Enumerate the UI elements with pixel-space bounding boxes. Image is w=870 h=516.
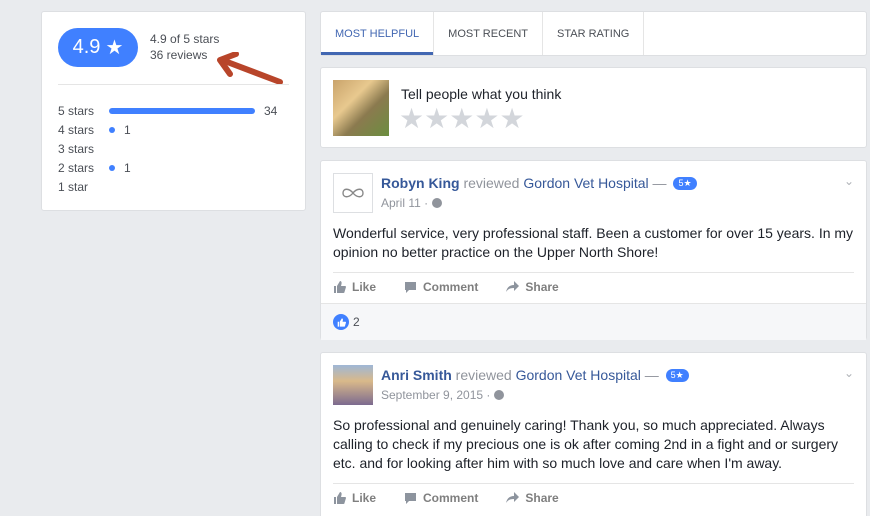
like-count[interactable]: 2 xyxy=(353,315,360,329)
rating-badge: 5★ xyxy=(665,369,689,382)
rating-badge: 5★ xyxy=(673,177,697,190)
distribution-label: 3 stars xyxy=(58,141,95,156)
reviewer-name[interactable]: Robyn King xyxy=(381,175,460,191)
infinity-logo-icon xyxy=(342,188,364,198)
distribution-count: 1 xyxy=(124,160,131,175)
reactions-row[interactable]: 2 xyxy=(321,303,866,340)
like-button[interactable]: Like xyxy=(333,491,376,505)
tab-most-helpful[interactable]: MOST HELPFUL xyxy=(321,12,435,55)
distribution-label: 4 stars xyxy=(58,122,95,137)
star-1-icon[interactable]: ★ xyxy=(399,105,424,133)
stars-of-text: 4.9 of 5 stars xyxy=(150,32,220,46)
distribution-bar xyxy=(109,164,115,171)
distribution-row: 1 star xyxy=(58,177,293,196)
comment-button[interactable]: Comment xyxy=(404,491,478,505)
distribution-bar xyxy=(109,107,255,114)
reviews-count-link[interactable]: 36 reviews xyxy=(150,48,207,62)
comment-icon xyxy=(405,282,417,293)
like-label: Like xyxy=(352,491,377,505)
divider xyxy=(58,84,289,85)
review-verb: reviewed xyxy=(463,175,520,191)
share-button[interactable]: Share xyxy=(506,491,559,505)
review-header: Robyn King reviewed Gordon Vet Hospital … xyxy=(381,175,697,191)
review-composer: Tell people what you think ★ ★ ★ ★ ★ xyxy=(320,67,867,148)
globe-icon xyxy=(494,390,505,400)
globe-icon xyxy=(432,198,443,208)
review-date: September 9, 2015 · xyxy=(381,388,505,402)
distribution-label: 1 star xyxy=(58,179,89,194)
review-header: Anri Smith reviewed Gordon Vet Hospital … xyxy=(381,367,689,383)
review-text: Wonderful service, very professional sta… xyxy=(333,225,854,260)
review-card: Anri Smith reviewed Gordon Vet Hospital … xyxy=(320,352,867,516)
distribution-row: 5 stars 34 xyxy=(58,101,293,120)
reviewer-avatar[interactable] xyxy=(333,173,373,213)
comment-icon xyxy=(405,493,417,504)
like-reaction-icon xyxy=(333,314,349,330)
review-text: So professional and genuinely caring! Th… xyxy=(333,417,839,471)
page-link[interactable]: Gordon Vet Hospital xyxy=(516,367,641,383)
tab-star-rating[interactable]: STAR RATING xyxy=(543,12,645,55)
star-2-icon[interactable]: ★ xyxy=(424,105,449,133)
thumbs-up-icon xyxy=(334,492,346,504)
distribution-row: 4 stars 1 xyxy=(58,120,293,139)
page-link[interactable]: Gordon Vet Hospital xyxy=(523,175,648,191)
review-date: April 11 · xyxy=(381,196,443,210)
review-actions: Like Comment Share xyxy=(333,272,854,301)
star-4-icon[interactable]: ★ xyxy=(474,105,499,133)
comment-button[interactable]: Comment xyxy=(404,280,478,294)
distribution-row: 3 stars xyxy=(58,139,293,158)
star-3-icon[interactable]: ★ xyxy=(449,105,474,133)
review-date-text[interactable]: April 11 · xyxy=(381,196,428,210)
reviewer-name[interactable]: Anri Smith xyxy=(381,367,452,383)
share-label: Share xyxy=(525,491,559,505)
distribution-label: 2 stars xyxy=(58,160,95,175)
star-5-icon[interactable]: ★ xyxy=(499,105,524,133)
review-actions: Like Comment Share xyxy=(333,483,854,512)
user-avatar xyxy=(333,80,389,136)
like-label: Like xyxy=(352,280,377,294)
distribution-bar xyxy=(109,126,115,133)
review-card: Robyn King reviewed Gordon Vet Hospital … xyxy=(320,160,867,340)
share-button[interactable]: Share xyxy=(506,280,559,294)
distribution-count: 34 xyxy=(264,103,278,118)
star-rating-input[interactable]: ★ ★ ★ ★ ★ xyxy=(399,105,525,133)
comment-label: Comment xyxy=(423,491,479,505)
review-verb: reviewed xyxy=(455,367,512,383)
star-icon: ★ xyxy=(105,37,124,59)
composer-prompt[interactable]: Tell people what you think xyxy=(401,86,561,102)
tab-most-recent[interactable]: MOST RECENT xyxy=(434,12,544,55)
average-rating: 4.9 xyxy=(72,36,101,58)
review-date-text[interactable]: September 9, 2015 · xyxy=(381,388,490,402)
share-icon xyxy=(506,492,520,503)
dash-separator: — xyxy=(652,175,667,191)
distribution-row: 2 stars 1 xyxy=(58,158,293,177)
dash-separator: — xyxy=(644,367,659,383)
distribution-count: 1 xyxy=(124,122,131,137)
reviewer-avatar[interactable] xyxy=(333,365,373,405)
review-sort-tabs: MOST HELPFUL MOST RECENT STAR RATING xyxy=(320,11,867,56)
distribution-label: 5 stars xyxy=(58,103,95,118)
share-icon xyxy=(506,281,520,292)
like-button[interactable]: Like xyxy=(333,280,376,294)
average-rating-pill: 4.9 ★ xyxy=(58,28,138,67)
thumbs-up-icon xyxy=(334,281,346,293)
chevron-down-icon[interactable]: ⌄ xyxy=(844,366,854,380)
share-label: Share xyxy=(525,280,559,294)
comment-label: Comment xyxy=(423,280,479,294)
annotation-arrow-icon xyxy=(217,52,283,85)
rating-summary-card: 4.9 ★ 4.9 of 5 stars 36 reviews 5 stars 3… xyxy=(41,11,306,211)
chevron-down-icon[interactable]: ⌄ xyxy=(844,174,854,188)
star-distribution: 5 stars 34 4 stars 1 3 stars 2 stars 1 1 star xyxy=(58,101,293,196)
